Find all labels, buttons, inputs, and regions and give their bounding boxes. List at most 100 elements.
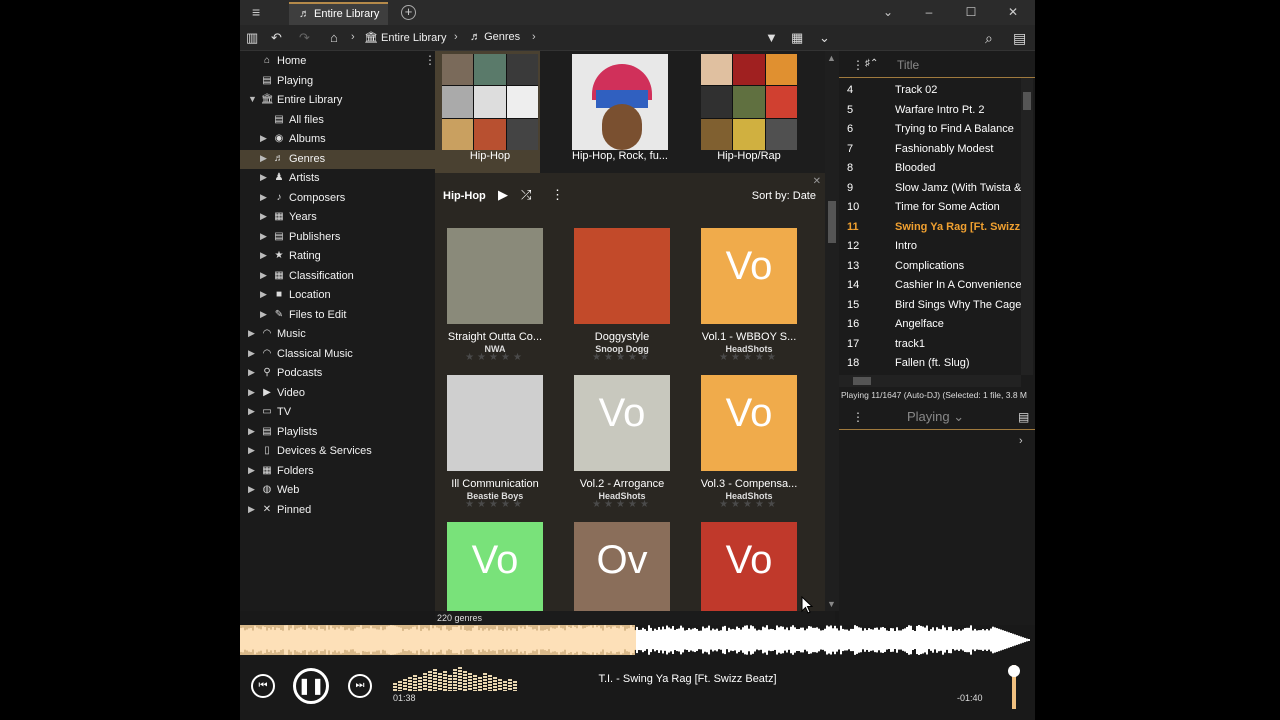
waveform-seekbar[interactable] (240, 625, 1035, 655)
collapse-arrow-icon[interactable]: ▶ (260, 231, 270, 242)
track-row[interactable]: 15 Bird Sings Why The Caged (839, 296, 1021, 315)
collapse-arrow-icon[interactable]: ▶ (260, 270, 270, 281)
sidebar-item-tv[interactable]: ▶ ▭ TV (240, 403, 435, 422)
rating-stars[interactable]: ★★★★★ (567, 499, 677, 510)
search-icon[interactable]: ⌕ (985, 30, 993, 47)
close-icon[interactable]: ✕ (813, 176, 821, 187)
maximize-button[interactable]: ☐ (962, 4, 980, 20)
volume-knob[interactable] (1008, 665, 1020, 677)
minimize-button[interactable]: – (920, 4, 938, 20)
collapse-arrow-icon[interactable]: ▶ (260, 133, 270, 144)
album-tile[interactable]: Vo (694, 522, 804, 611)
layout-icon[interactable]: ▤ (1018, 410, 1029, 424)
sidebar-item-web[interactable]: ▶ ◍ Web (240, 481, 435, 500)
collapse-arrow-icon[interactable]: ▶ (248, 445, 258, 456)
collapse-arrow-icon[interactable]: ▶ (248, 406, 258, 417)
redo-icon[interactable]: ↷ (299, 30, 310, 46)
sidebar-item-years[interactable]: ▶ ▦ Years (240, 208, 435, 227)
sidebar-item-playing[interactable]: ▤ Playing (240, 72, 435, 91)
collapse-arrow-icon[interactable]: ▶ (248, 484, 258, 495)
collapse-arrow-icon[interactable]: ▶ (260, 172, 270, 183)
album-tile[interactable]: Straight Outta Co... NWA ★★★★★ (440, 228, 550, 368)
chevron-down-icon[interactable]: ⌄ (819, 30, 830, 46)
track-row[interactable]: 11 Swing Ya Rag [Ft. Swizz B (839, 218, 1021, 237)
filter-icon[interactable]: ▼ (765, 30, 778, 46)
scrollbar-thumb[interactable] (828, 201, 836, 243)
sidebar-item-entire-library[interactable]: ▼ 🏛 Entire Library (240, 91, 435, 110)
collapse-arrow-icon[interactable]: ▶ (248, 465, 258, 476)
more-options-icon[interactable]: ⋮ (551, 187, 564, 203)
sidebar-item-genres[interactable]: ▶ ♬ Genres (240, 149, 435, 169)
rating-stars[interactable]: ★★★★★ (440, 499, 550, 510)
collapse-arrow-icon[interactable]: ▶ (248, 387, 258, 398)
album-tile[interactable]: Ov (567, 522, 677, 611)
collapse-arrow-icon[interactable]: ▶ (248, 504, 258, 515)
scrollbar-thumb[interactable] (853, 377, 871, 385)
toggle-sidebar-icon[interactable]: ▥ (246, 30, 258, 46)
rating-stars[interactable]: ★★★★★ (694, 352, 804, 363)
previous-button[interactable]: ⏮ (251, 674, 275, 698)
collapse-arrow-icon[interactable]: ▶ (260, 153, 270, 164)
sidebar-item-pinned[interactable]: ▶ ✕ Pinned (240, 501, 435, 520)
collapse-arrow-icon[interactable]: ▶ (260, 250, 270, 261)
album-tile[interactable]: Doggystyle Snoop Dogg ★★★★★ (567, 228, 677, 368)
collapse-arrow-icon[interactable]: ▶ (248, 348, 258, 359)
close-button[interactable]: ✕ (1004, 4, 1022, 20)
more-options-icon[interactable]: ⋮ (852, 410, 864, 424)
track-row[interactable]: 13 Complications (839, 257, 1021, 276)
collapse-arrow-icon[interactable]: ▶ (248, 328, 258, 339)
genre-tile[interactable]: Hip-Hop (435, 51, 540, 173)
next-button[interactable]: ⏭ (348, 674, 372, 698)
sidebar-item-playlists[interactable]: ▶ ▤ Playlists (240, 423, 435, 442)
grid-view-icon[interactable]: ▦ (791, 30, 803, 46)
undo-icon[interactable]: ↶ (271, 30, 282, 46)
playing-dropdown[interactable]: Playing ⌄ (907, 409, 964, 425)
sidebar-item-files-to-edit[interactable]: ▶ ✎ Files to Edit (240, 306, 435, 325)
track-row[interactable]: 4 Track 02 (839, 81, 1021, 100)
sidebar-item-artists[interactable]: ▶ ♟ Artists (240, 169, 435, 188)
track-row[interactable]: 6 Trying to Find A Balance (839, 120, 1021, 139)
sidebar-item-all-files[interactable]: ▤ All files (240, 111, 435, 130)
content-scrollbar[interactable]: ▲ ▼ (825, 51, 839, 611)
collapse-arrow-icon[interactable]: ▶ (260, 289, 270, 300)
rating-stars[interactable]: ★★★★★ (694, 499, 804, 510)
chevron-down-icon[interactable]: ⌄ (879, 4, 897, 20)
tracklist-hscrollbar[interactable] (839, 375, 1021, 387)
genre-tile[interactable]: Hip-Hop/Rap (694, 51, 799, 173)
add-tab-button[interactable]: + (401, 5, 416, 20)
track-row[interactable]: 16 Angelface (839, 315, 1021, 334)
album-tile[interactable]: Vo Vol.2 - Arrogance HeadShots ★★★★★ (567, 375, 677, 515)
chevron-right-icon[interactable]: › (1019, 435, 1023, 447)
rating-stars[interactable]: ★★★★★ (567, 352, 677, 363)
shuffle-icon[interactable]: ⤮ (521, 187, 531, 203)
sidebar-item-location[interactable]: ▶ ■ Location (240, 286, 435, 305)
home-icon[interactable]: ⌂ (330, 30, 338, 46)
collapse-arrow-icon[interactable]: ▶ (248, 367, 258, 378)
sidebar-item-albums[interactable]: ▶ ◉ Albums (240, 130, 435, 149)
breadcrumb-genres[interactable]: ♬ Genres (470, 31, 520, 43)
track-row[interactable]: 7 Fashionably Modest (839, 140, 1021, 159)
track-row[interactable]: 17 track1 (839, 335, 1021, 354)
album-tile[interactable]: Vo (440, 522, 550, 611)
scroll-down-icon[interactable]: ▼ (827, 599, 836, 609)
sidebar-item-music[interactable]: ▶ ◠ Music (240, 325, 435, 344)
track-row[interactable]: 18 Fallen (ft. Slug) (839, 354, 1021, 373)
scroll-up-icon[interactable]: ▲ (827, 53, 836, 63)
sidebar-item-video[interactable]: ▶ ▶ Video (240, 384, 435, 403)
track-row[interactable]: 5 Warfare Intro Pt. 2 (839, 101, 1021, 120)
collapse-arrow-icon[interactable]: ▶ (248, 426, 258, 437)
album-tile[interactable]: Vo Vol.1 - WBBOY S... HeadShots ★★★★★ (694, 228, 804, 368)
expand-arrow-icon[interactable]: ▼ (248, 94, 258, 104)
track-row[interactable]: 8 Blooded (839, 159, 1021, 178)
sort-control[interactable]: Sort by: Date (752, 190, 816, 202)
play-icon[interactable]: ▶ (498, 187, 508, 203)
collapse-arrow-icon[interactable]: ▶ (260, 192, 270, 203)
more-options-icon[interactable]: ⋮ (852, 58, 864, 72)
panel-layout-icon[interactable]: ▤ (1013, 30, 1026, 47)
sidebar-item-classical-music[interactable]: ▶ ◠ Classical Music (240, 345, 435, 364)
sidebar-item-home[interactable]: ⌂ Home (240, 52, 435, 71)
collapse-arrow-icon[interactable]: ▶ (260, 211, 270, 222)
scrollbar-thumb[interactable] (1023, 92, 1031, 110)
sidebar-item-classification[interactable]: ▶ ▦ Classification (240, 267, 435, 286)
rating-stars[interactable]: ★★★★★ (440, 352, 550, 363)
